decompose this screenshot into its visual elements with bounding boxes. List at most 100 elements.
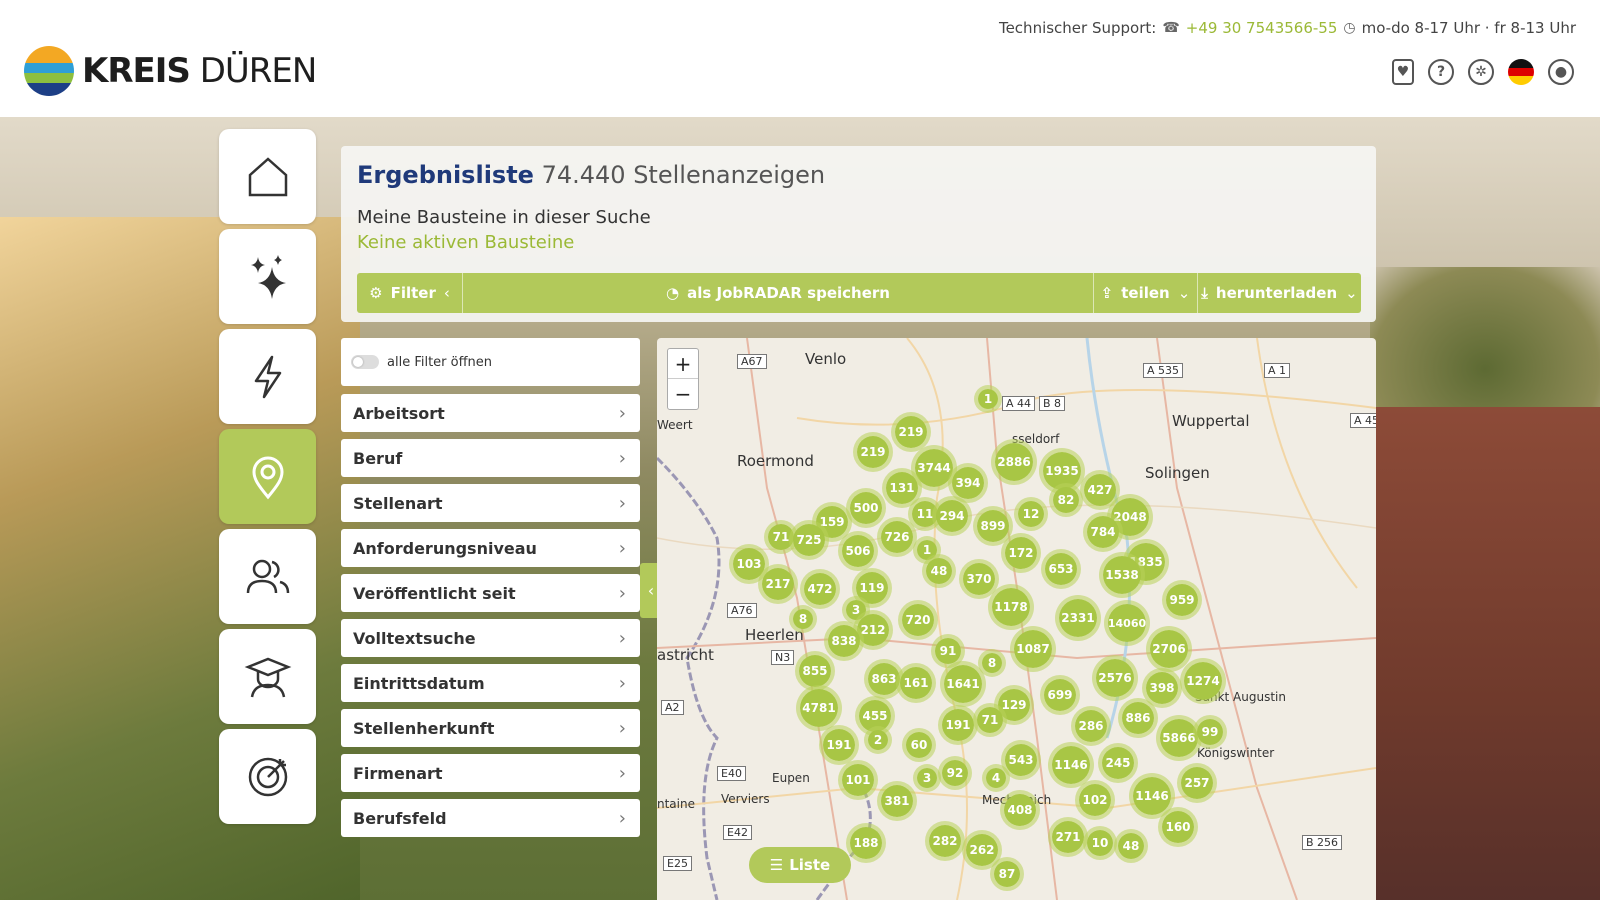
job-cluster-marker[interactable]: 506 bbox=[838, 531, 878, 571]
job-cluster-marker[interactable]: 92 bbox=[938, 756, 972, 790]
filter-item[interactable]: Beruf › bbox=[341, 439, 640, 477]
flag-de-icon[interactable] bbox=[1508, 59, 1534, 85]
job-cluster-marker[interactable]: 726 bbox=[877, 517, 917, 557]
filter-item-label: Veröffentlicht seit bbox=[353, 583, 516, 603]
job-cluster-marker[interactable]: 725 bbox=[789, 520, 829, 560]
chevron-right-icon: › bbox=[618, 717, 626, 739]
filter-item[interactable]: Arbeitsort › bbox=[341, 394, 640, 432]
job-cluster-marker[interactable]: 161 bbox=[896, 663, 936, 703]
job-cluster-marker[interactable]: 82 bbox=[1049, 483, 1083, 517]
nav-ai[interactable] bbox=[219, 229, 316, 324]
job-cluster-marker[interactable]: 172 bbox=[1001, 533, 1041, 573]
job-cluster-marker[interactable]: 408 bbox=[1000, 790, 1040, 830]
nav-quick[interactable] bbox=[219, 329, 316, 424]
settings-icon[interactable]: ✲ bbox=[1468, 59, 1494, 85]
job-cluster-marker[interactable]: 257 bbox=[1177, 763, 1217, 803]
map-place-label: Weert bbox=[657, 418, 693, 432]
download-button[interactable]: ⤓ herunterladen ⌄ bbox=[1198, 273, 1361, 313]
filter-item[interactable]: Stellenart › bbox=[341, 484, 640, 522]
job-cluster-marker[interactable]: 87 bbox=[990, 857, 1024, 891]
job-cluster-marker[interactable]: 48 bbox=[922, 554, 956, 588]
job-cluster-marker[interactable]: 8 bbox=[789, 605, 817, 633]
job-cluster-marker[interactable]: 271 bbox=[1048, 817, 1088, 857]
nav-people[interactable] bbox=[219, 529, 316, 624]
job-cluster-marker[interactable]: 2886 bbox=[991, 439, 1037, 485]
job-cluster-marker[interactable]: 886 bbox=[1118, 698, 1158, 738]
job-cluster-marker[interactable]: 286 bbox=[1071, 706, 1111, 746]
job-cluster-marker[interactable]: 838 bbox=[824, 621, 864, 661]
job-cluster-marker[interactable]: 188 bbox=[846, 823, 886, 863]
help-icon[interactable]: ? bbox=[1428, 59, 1454, 85]
job-cluster-marker[interactable]: 699 bbox=[1040, 675, 1080, 715]
filter-button[interactable]: ⚙ Filter ‹ bbox=[357, 273, 463, 313]
road-shield: A 535 bbox=[1143, 363, 1184, 378]
filter-item[interactable]: Stellenherkunft › bbox=[341, 709, 640, 747]
job-cluster-marker[interactable]: 4 bbox=[982, 764, 1010, 792]
job-cluster-marker[interactable]: 2576 bbox=[1092, 655, 1138, 701]
open-all-filters-toggle[interactable] bbox=[351, 355, 379, 369]
filter-item[interactable]: Veröffentlicht seit › bbox=[341, 574, 640, 612]
filter-item-label: Stellenart bbox=[353, 493, 443, 513]
job-cluster-marker[interactable]: 1087 bbox=[1010, 626, 1056, 672]
job-cluster-marker[interactable]: 784 bbox=[1083, 512, 1123, 552]
job-cluster-marker[interactable]: 245 bbox=[1098, 743, 1138, 783]
job-cluster-marker[interactable]: 3 bbox=[913, 764, 941, 792]
job-cluster-marker[interactable]: 1 bbox=[974, 385, 1002, 413]
list-view-button[interactable]: ☰ Liste bbox=[749, 847, 851, 883]
filter-item[interactable]: Anforderungsniveau › bbox=[341, 529, 640, 567]
share-icon: ⇪ bbox=[1100, 284, 1114, 302]
job-cluster-marker[interactable]: 12 bbox=[1014, 497, 1048, 531]
zoom-out-button[interactable]: − bbox=[668, 379, 698, 409]
job-cluster-marker[interactable]: 720 bbox=[898, 600, 938, 640]
job-cluster-marker[interactable]: 99 bbox=[1193, 715, 1227, 749]
support-phone[interactable]: +49 30 7543566-55 bbox=[1186, 19, 1338, 37]
filter-item-label: Eintrittsdatum bbox=[353, 673, 485, 693]
job-cluster-marker[interactable]: 653 bbox=[1041, 549, 1081, 589]
filter-item[interactable]: Berufsfeld › bbox=[341, 799, 640, 837]
job-cluster-marker[interactable]: 381 bbox=[877, 781, 917, 821]
job-cluster-marker[interactable]: 472 bbox=[800, 569, 840, 609]
job-cluster-marker[interactable]: 60 bbox=[902, 728, 936, 762]
job-cluster-marker[interactable]: 102 bbox=[1075, 780, 1115, 820]
job-cluster-marker[interactable]: 2331 bbox=[1055, 595, 1101, 641]
job-cluster-marker[interactable]: 1178 bbox=[988, 584, 1034, 630]
graduation-icon bbox=[244, 657, 291, 697]
job-cluster-marker[interactable]: 500 bbox=[846, 488, 886, 528]
filter-item[interactable]: Volltextsuche › bbox=[341, 619, 640, 657]
job-cluster-marker[interactable]: 71 bbox=[973, 703, 1007, 737]
job-cluster-marker[interactable]: 10 bbox=[1083, 826, 1117, 860]
job-cluster-marker[interactable]: 160 bbox=[1158, 807, 1198, 847]
nav-target[interactable] bbox=[219, 729, 316, 824]
nav-location[interactable] bbox=[219, 429, 316, 524]
nav-home[interactable] bbox=[219, 129, 316, 224]
job-cluster-marker[interactable]: 191 bbox=[819, 725, 859, 765]
road-shield: B 8 bbox=[1039, 396, 1066, 411]
job-cluster-marker[interactable]: 101 bbox=[838, 760, 878, 800]
job-cluster-marker[interactable]: 4781 bbox=[796, 685, 842, 731]
user-icon[interactable]: ● bbox=[1548, 59, 1574, 85]
job-cluster-marker[interactable]: 959 bbox=[1162, 580, 1202, 620]
job-cluster-marker[interactable]: 1274 bbox=[1180, 658, 1226, 704]
clipboard-heart-icon[interactable]: ♥ bbox=[1392, 59, 1414, 85]
job-cluster-marker[interactable]: 282 bbox=[925, 821, 965, 861]
zoom-in-button[interactable]: + bbox=[668, 349, 698, 379]
share-button[interactable]: ⇪ teilen ⌄ bbox=[1094, 273, 1198, 313]
nav-education[interactable] bbox=[219, 629, 316, 724]
save-jobradar-button[interactable]: ◔ als JobRADAR speichern bbox=[463, 273, 1094, 313]
road-shield: E40 bbox=[717, 766, 746, 781]
job-cluster-marker[interactable]: 14060 bbox=[1104, 600, 1150, 646]
job-cluster-marker[interactable]: 294 bbox=[932, 496, 972, 536]
filter-item[interactable]: Firmenart › bbox=[341, 754, 640, 792]
side-nav bbox=[219, 129, 316, 829]
job-cluster-marker[interactable]: 191 bbox=[938, 705, 978, 745]
job-cluster-marker[interactable]: 217 bbox=[758, 564, 798, 604]
job-cluster-marker[interactable]: 2 bbox=[864, 726, 892, 754]
job-map[interactable]: Venlo Roermond Weert Wuppertal Solingen … bbox=[657, 338, 1376, 900]
filter-item[interactable]: Eintrittsdatum › bbox=[341, 664, 640, 702]
list-icon: ☰ bbox=[769, 856, 784, 874]
job-cluster-marker[interactable]: 1538 bbox=[1099, 552, 1145, 598]
job-cluster-marker[interactable]: 219 bbox=[853, 432, 893, 472]
job-cluster-marker[interactable]: 48 bbox=[1114, 829, 1148, 863]
kreis-dueren-logo[interactable]: KREIS DÜREN bbox=[24, 46, 317, 96]
job-cluster-marker[interactable]: 1641 bbox=[940, 661, 986, 707]
